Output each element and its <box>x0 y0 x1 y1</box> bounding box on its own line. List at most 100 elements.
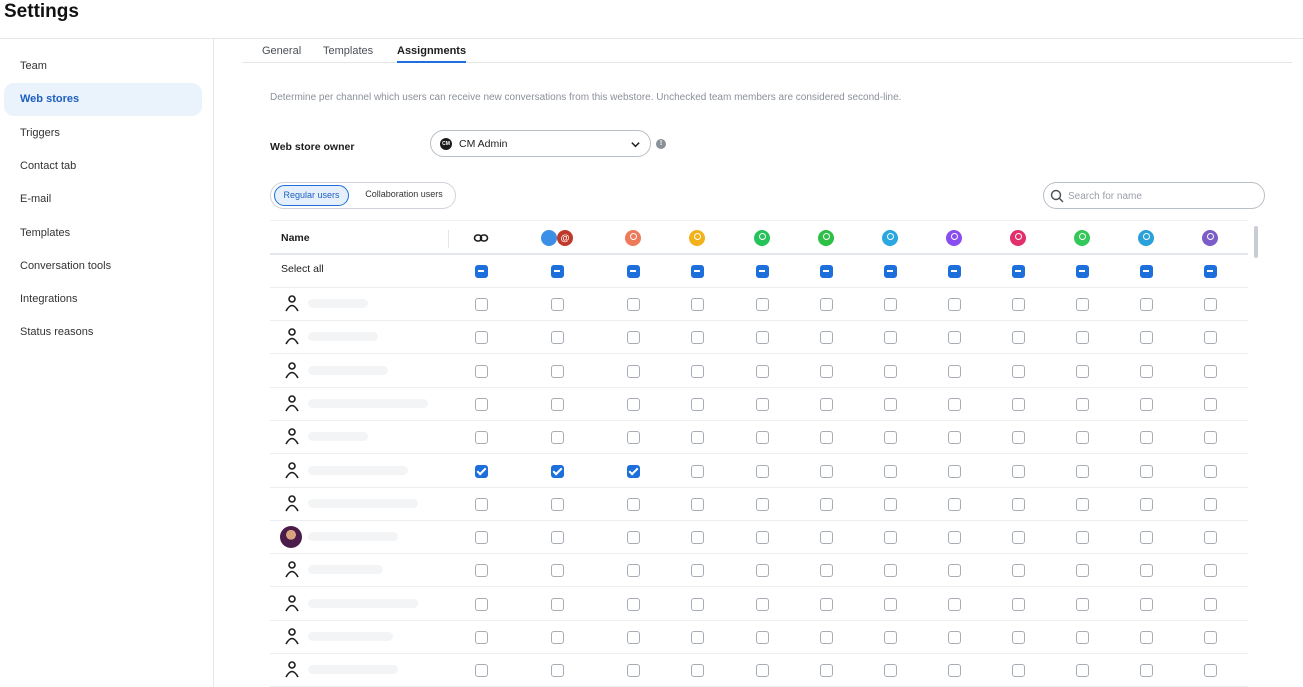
assignment-checkbox[interactable] <box>948 497 961 511</box>
assignment-checkbox[interactable] <box>1140 597 1153 611</box>
assignment-checkbox[interactable] <box>884 531 897 545</box>
assignment-checkbox[interactable] <box>884 631 897 644</box>
assignment-checkbox[interactable] <box>1204 597 1217 611</box>
assignment-checkbox[interactable] <box>551 464 564 478</box>
assignment-checkbox[interactable] <box>475 564 488 578</box>
assignment-checkbox[interactable] <box>820 397 833 411</box>
select-all-checkbox[interactable] <box>691 265 704 278</box>
assignment-checkbox[interactable] <box>627 397 640 411</box>
assignment-checkbox[interactable] <box>691 331 704 345</box>
assignment-checkbox[interactable] <box>756 364 769 378</box>
assignment-checkbox[interactable] <box>756 531 769 545</box>
regular-users-toggle[interactable]: Regular users <box>274 185 349 206</box>
assignment-checkbox[interactable] <box>1012 631 1025 644</box>
assignment-checkbox[interactable] <box>1076 397 1089 411</box>
assignment-checkbox[interactable] <box>1012 397 1025 411</box>
sidebar-item-web-stores[interactable]: Web stores <box>4 83 202 117</box>
assignment-checkbox[interactable] <box>884 464 897 478</box>
web-store-owner-select[interactable]: CM CM Admin <box>430 130 651 157</box>
select-all-checkbox[interactable] <box>551 265 564 278</box>
select-all-checkbox[interactable] <box>756 265 769 278</box>
search-name-input[interactable] <box>1068 188 1253 204</box>
assignment-checkbox[interactable] <box>1140 331 1153 345</box>
assignment-checkbox[interactable] <box>551 564 564 578</box>
assignment-checkbox[interactable] <box>884 564 897 578</box>
assignment-checkbox[interactable] <box>691 664 704 678</box>
assignment-checkbox[interactable] <box>1204 431 1217 445</box>
assignment-checkbox[interactable] <box>475 631 488 644</box>
select-all-checkbox[interactable] <box>1076 265 1089 278</box>
assignment-checkbox[interactable] <box>884 364 897 378</box>
assignment-checkbox[interactable] <box>691 397 704 411</box>
sidebar-item-status-reasons[interactable]: Status reasons <box>4 316 202 349</box>
assignment-checkbox[interactable] <box>627 298 640 311</box>
assignment-checkbox[interactable] <box>627 564 640 578</box>
assignment-checkbox[interactable] <box>1012 564 1025 578</box>
select-all-checkbox[interactable] <box>1204 265 1217 278</box>
assignment-checkbox[interactable] <box>475 331 488 345</box>
assignment-checkbox[interactable] <box>691 364 704 378</box>
assignment-checkbox[interactable] <box>691 431 704 445</box>
assignment-checkbox[interactable] <box>820 364 833 378</box>
assignment-checkbox[interactable] <box>475 531 488 545</box>
assignment-checkbox[interactable] <box>1076 464 1089 478</box>
assignment-checkbox[interactable] <box>820 331 833 345</box>
assignment-checkbox[interactable] <box>1204 464 1217 478</box>
assignment-checkbox[interactable] <box>627 364 640 378</box>
assignment-checkbox[interactable] <box>820 597 833 611</box>
assignment-checkbox[interactable] <box>475 497 488 511</box>
assignment-checkbox[interactable] <box>1012 664 1025 678</box>
assignment-checkbox[interactable] <box>551 664 564 678</box>
sidebar-item-integrations[interactable]: Integrations <box>4 283 202 316</box>
select-all-checkbox[interactable] <box>475 265 488 278</box>
sidebar-item-contact-tab[interactable]: Contact tab <box>4 150 202 183</box>
assignment-checkbox[interactable] <box>1204 331 1217 345</box>
assignment-checkbox[interactable] <box>551 431 564 445</box>
assignment-checkbox[interactable] <box>1140 564 1153 578</box>
assignment-checkbox[interactable] <box>627 497 640 511</box>
assignment-checkbox[interactable] <box>475 464 488 478</box>
assignment-checkbox[interactable] <box>820 564 833 578</box>
assignment-checkbox[interactable] <box>1204 397 1217 411</box>
assignment-checkbox[interactable] <box>820 464 833 478</box>
assignment-checkbox[interactable] <box>756 564 769 578</box>
assignment-checkbox[interactable] <box>884 298 897 311</box>
assignment-checkbox[interactable] <box>475 397 488 411</box>
select-all-checkbox[interactable] <box>1012 265 1025 278</box>
assignment-checkbox[interactable] <box>756 597 769 611</box>
assignment-checkbox[interactable] <box>627 597 640 611</box>
tab-assignments[interactable]: Assignments <box>397 45 467 63</box>
assignment-checkbox[interactable] <box>627 431 640 445</box>
assignment-checkbox[interactable] <box>820 664 833 678</box>
assignment-checkbox[interactable] <box>756 298 769 311</box>
assignment-checkbox[interactable] <box>551 497 564 511</box>
assignment-checkbox[interactable] <box>756 464 769 478</box>
assignment-checkbox[interactable] <box>820 497 833 511</box>
sidebar-item-triggers[interactable]: Triggers <box>4 117 202 150</box>
assignment-checkbox[interactable] <box>884 397 897 411</box>
assignment-checkbox[interactable] <box>691 298 704 311</box>
sidebar-item-team[interactable]: Team <box>4 50 202 83</box>
assignment-checkbox[interactable] <box>820 531 833 545</box>
assignment-checkbox[interactable] <box>475 664 488 678</box>
assignment-checkbox[interactable] <box>1076 531 1089 545</box>
assignment-checkbox[interactable] <box>948 364 961 378</box>
assignment-checkbox[interactable] <box>691 631 704 644</box>
assignment-checkbox[interactable] <box>1140 364 1153 378</box>
assignment-checkbox[interactable] <box>1012 298 1025 311</box>
assignment-checkbox[interactable] <box>948 531 961 545</box>
assignment-checkbox[interactable] <box>948 464 961 478</box>
assignment-checkbox[interactable] <box>1140 397 1153 411</box>
assignment-checkbox[interactable] <box>1140 664 1153 678</box>
assignment-checkbox[interactable] <box>1076 431 1089 445</box>
assignment-checkbox[interactable] <box>1140 298 1153 311</box>
assignment-checkbox[interactable] <box>820 631 833 644</box>
assignment-checkbox[interactable] <box>820 298 833 311</box>
assignment-checkbox[interactable] <box>1012 364 1025 378</box>
assignment-checkbox[interactable] <box>551 364 564 378</box>
assignment-checkbox[interactable] <box>1204 531 1217 545</box>
collaboration-users-toggle[interactable]: Collaboration users <box>354 185 454 206</box>
assignment-checkbox[interactable] <box>1076 597 1089 611</box>
assignment-checkbox[interactable] <box>1012 531 1025 545</box>
assignment-checkbox[interactable] <box>1204 664 1217 678</box>
